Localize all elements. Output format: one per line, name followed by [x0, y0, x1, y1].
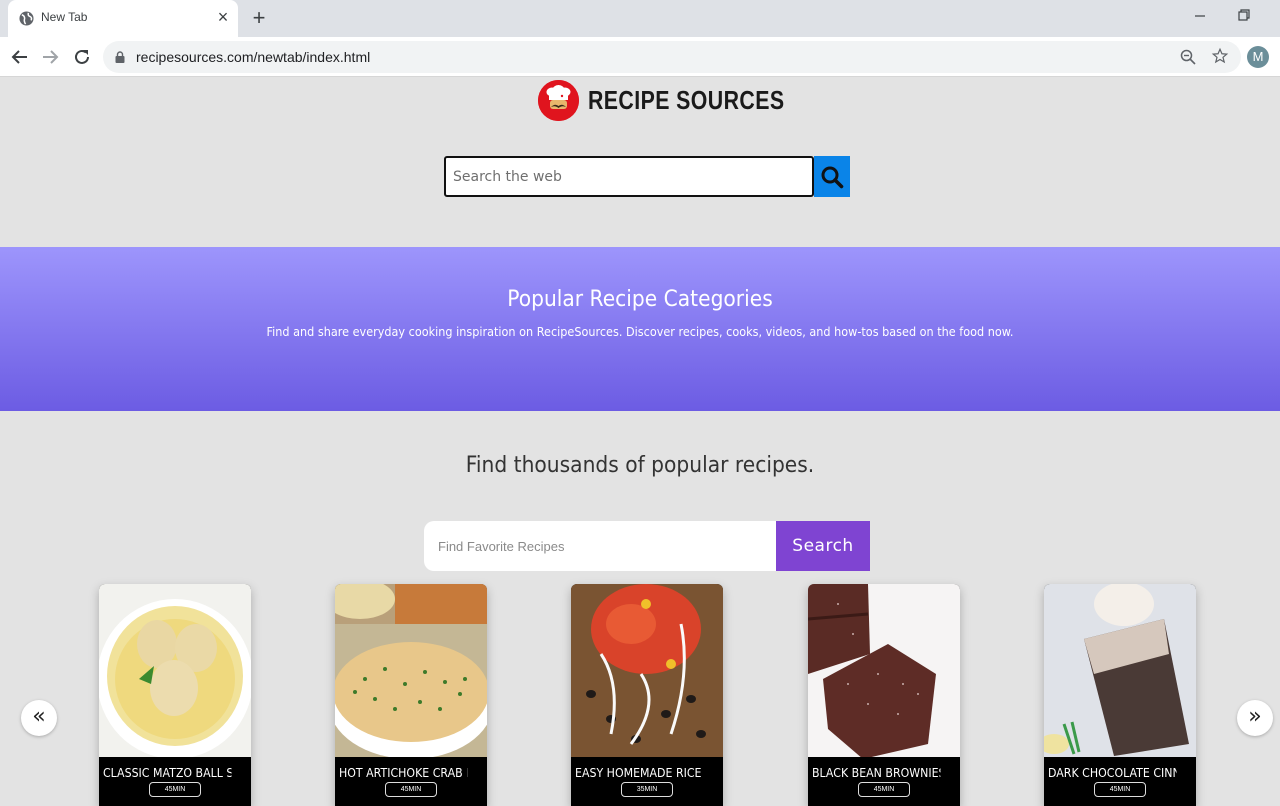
browser-tab-bar: New Tab × +	[0, 0, 1280, 37]
recipe-name: CLASSIC MATZO BALL SOUP	[103, 765, 231, 780]
browser-toolbar: recipesources.com/newtab/index.html M	[0, 37, 1280, 77]
recipe-name: EASY HOMEMADE RICE AND BEANS	[575, 765, 703, 780]
zoom-out-icon[interactable]	[1180, 49, 1196, 65]
web-search-input[interactable]	[444, 156, 814, 197]
recipe-card[interactable]: CLASSIC MATZO BALL SOUP 45MIN	[99, 584, 251, 806]
web-search-button[interactable]	[814, 156, 850, 197]
recipe-time-badge: 35MIN	[621, 782, 673, 797]
carousel-prev-button[interactable]: «	[21, 700, 57, 736]
reload-icon[interactable]	[70, 45, 94, 69]
address-bar[interactable]: recipesources.com/newtab/index.html	[103, 41, 1241, 73]
recipe-time-badge: 45MIN	[1094, 782, 1146, 797]
restore-icon[interactable]	[1232, 6, 1256, 26]
lock-icon	[115, 51, 125, 63]
brand-name: RECIPE SOURCES	[588, 84, 785, 115]
site-logo[interactable]: RECIPE SOURCES	[538, 78, 828, 122]
banner-title: Popular Recipe Categories	[507, 287, 773, 312]
recipe-time-badge: 45MIN	[858, 782, 910, 797]
chef-hat-icon	[538, 79, 579, 121]
browser-tab[interactable]: New Tab ×	[8, 0, 238, 37]
recipe-card[interactable]: DARK CHOCOLATE CINNAMON 45MIN	[1044, 584, 1196, 806]
arrow-right-icon[interactable]	[38, 45, 62, 69]
recipe-search-bar: Search	[424, 521, 870, 571]
recipe-time-badge: 45MIN	[385, 782, 437, 797]
tagline: Find thousands of popular recipes.	[465, 453, 815, 478]
profile-avatar[interactable]: M	[1247, 46, 1269, 68]
plus-icon[interactable]: +	[248, 6, 270, 30]
recipe-name: DARK CHOCOLATE CINNAMON	[1048, 765, 1176, 780]
web-search-bar	[444, 156, 850, 197]
page-content: RECIPE SOURCES Popular Recipe Categories…	[0, 78, 1280, 806]
arrow-left-icon[interactable]	[8, 45, 32, 69]
recipe-image	[99, 584, 251, 757]
recipe-image	[1044, 584, 1196, 757]
recipe-image	[808, 584, 960, 757]
recipe-search-input[interactable]	[424, 521, 776, 571]
carousel-next-button[interactable]: »	[1237, 700, 1273, 736]
recipe-card[interactable]: HOT ARTICHOKE CRAB DIP 45MIN	[335, 584, 487, 806]
url-text[interactable]: recipesources.com/newtab/index.html	[136, 49, 370, 65]
recipe-image	[335, 584, 487, 757]
recipe-card[interactable]: EASY HOMEMADE RICE AND BEANS 35MIN	[571, 584, 723, 806]
recipe-name: BLACK BEAN BROWNIES	[812, 765, 941, 780]
tab-title: New Tab	[41, 10, 88, 24]
star-icon[interactable]	[1211, 47, 1229, 65]
search-icon	[821, 166, 844, 188]
recipe-image	[571, 584, 723, 757]
recipe-time-badge: 45MIN	[149, 782, 201, 797]
recipe-name: HOT ARTICHOKE CRAB DIP	[339, 765, 467, 780]
close-icon[interactable]: ×	[214, 8, 232, 26]
recipe-card[interactable]: BLACK BEAN BROWNIES 45MIN	[808, 584, 960, 806]
minimize-icon[interactable]	[1188, 6, 1212, 26]
banner-subtitle: Find and share everyday cooking inspirat…	[266, 324, 1014, 339]
globe-icon	[19, 11, 34, 26]
categories-banner: Popular Recipe Categories Find and share…	[0, 247, 1280, 411]
recipe-search-button[interactable]: Search	[776, 521, 870, 571]
